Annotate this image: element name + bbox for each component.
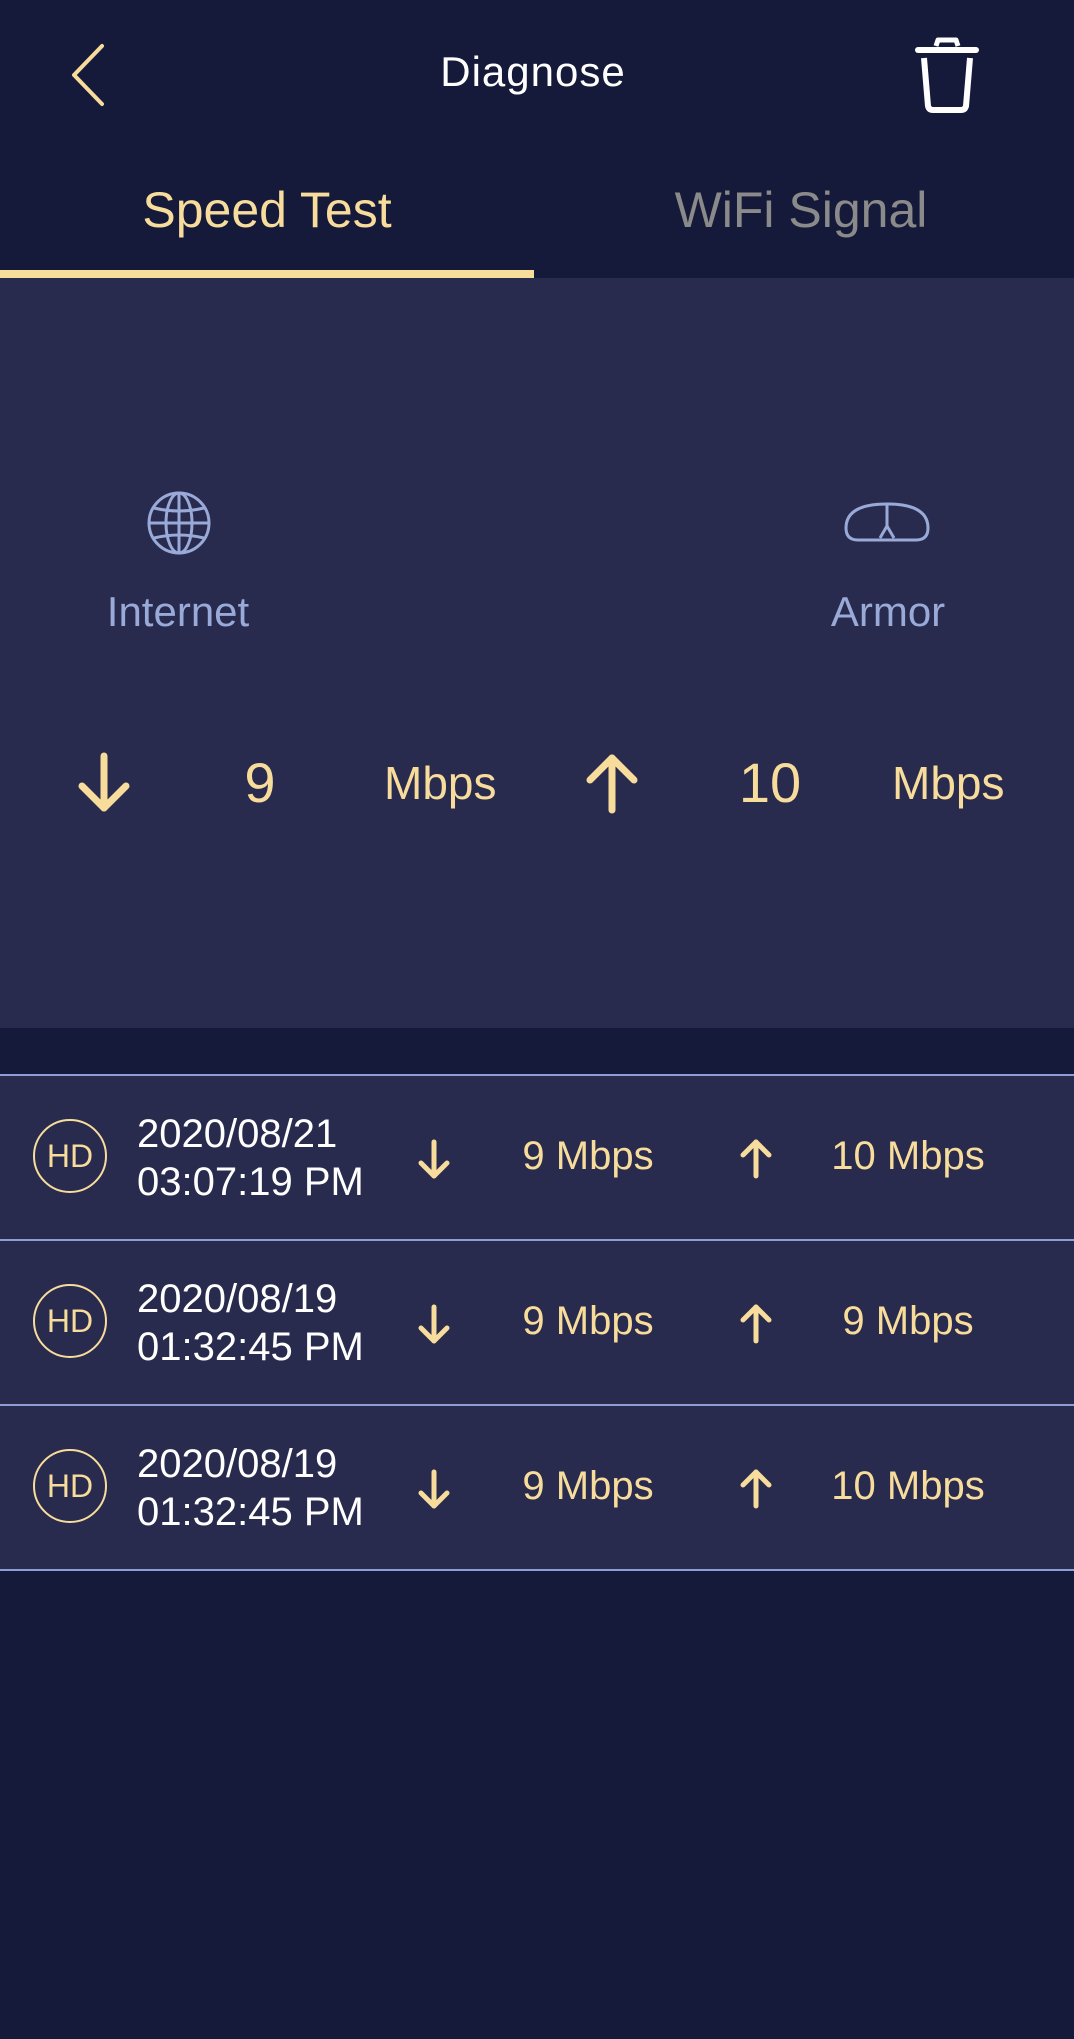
speed-test-history: HD 2020/08/21 03:07:19 PM 9 Mbps 10 Mbps… xyxy=(0,1074,1074,1571)
delete-history-button[interactable] xyxy=(912,34,982,114)
download-speed-unit: Mbps xyxy=(384,757,497,809)
history-time: 01:32:45 PM xyxy=(137,1325,364,1369)
history-timestamp: 2020/08/19 01:32:45 PM xyxy=(137,1440,364,1536)
arrow-up-icon xyxy=(740,1139,772,1179)
arrow-up-icon xyxy=(740,1469,772,1509)
tab-bar: Speed Test WiFi Signal xyxy=(0,150,1074,278)
speed-test-panel xyxy=(0,278,1074,1028)
hd-badge: HD xyxy=(33,1449,107,1523)
arrow-up-icon xyxy=(740,1304,772,1344)
upload-speed-unit: Mbps xyxy=(892,757,1005,809)
page-title: Diagnose xyxy=(440,48,626,95)
connection-line xyxy=(420,516,650,534)
arrow-down-icon xyxy=(418,1304,450,1344)
history-row[interactable]: HD 2020/08/21 03:07:19 PM 9 Mbps 10 Mbps xyxy=(0,1074,1074,1239)
history-download: 9 Mbps xyxy=(522,1299,654,1343)
history-row[interactable]: HD 2020/08/19 01:32:45 PM 9 Mbps 10 Mbps xyxy=(0,1404,1074,1571)
history-upload: 9 Mbps xyxy=(842,1299,974,1343)
hd-badge: HD xyxy=(33,1284,107,1358)
history-time: 03:07:19 PM xyxy=(137,1160,364,1204)
arrow-down-icon xyxy=(418,1469,450,1509)
router-icon xyxy=(844,502,930,542)
arrow-up-icon xyxy=(586,754,638,814)
app-header: Diagnose xyxy=(0,0,1074,150)
trash-icon xyxy=(915,37,979,113)
history-upload: 10 Mbps xyxy=(831,1134,985,1178)
tab-wifi-signal[interactable]: WiFi Signal xyxy=(534,150,1068,278)
history-date: 2020/08/21 xyxy=(137,1112,338,1156)
tab-speed-test[interactable]: Speed Test xyxy=(0,150,534,278)
upload-speed-value: 10 xyxy=(738,751,802,814)
globe-icon xyxy=(147,491,211,555)
history-date: 2020/08/19 xyxy=(137,1277,338,1321)
history-upload: 10 Mbps xyxy=(831,1464,985,1508)
armor-label: Armor xyxy=(830,588,946,635)
internet-label: Internet xyxy=(106,588,250,635)
history-date: 2020/08/19 xyxy=(137,1442,338,1486)
history-download: 9 Mbps xyxy=(522,1464,654,1508)
hd-badge: HD xyxy=(33,1119,107,1193)
download-speed-value: 9 xyxy=(244,751,276,814)
history-timestamp: 2020/08/19 01:32:45 PM xyxy=(137,1275,364,1371)
history-time: 01:32:45 PM xyxy=(137,1490,364,1534)
arrow-down-icon xyxy=(418,1139,450,1179)
history-timestamp: 2020/08/21 03:07:19 PM xyxy=(137,1110,364,1206)
active-tab-indicator xyxy=(0,270,534,278)
arrow-down-icon xyxy=(78,752,130,812)
history-download: 9 Mbps xyxy=(522,1134,654,1178)
history-row[interactable]: HD 2020/08/19 01:32:45 PM 9 Mbps 9 Mbps xyxy=(0,1239,1074,1404)
